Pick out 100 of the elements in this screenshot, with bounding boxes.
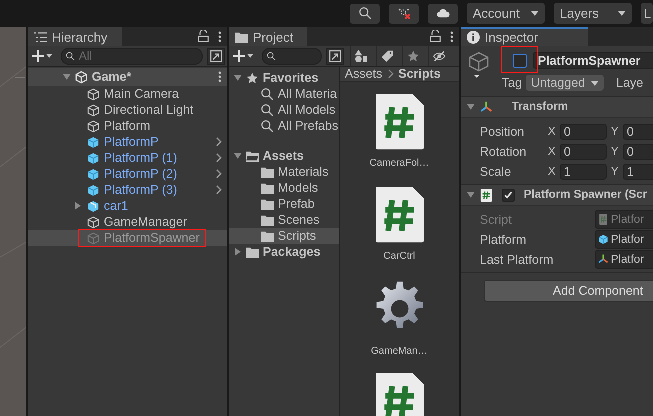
caret-icon [531, 11, 539, 16]
search-icon [261, 120, 274, 132]
tree-item[interactable]: Scenes [229, 212, 339, 228]
folder-icon [261, 182, 274, 194]
active-checkbox[interactable] [513, 54, 527, 68]
tree-item[interactable]: All Models [229, 102, 339, 118]
item-name: Main Camera [104, 87, 180, 101]
hierarchy-item[interactable]: car1 [28, 198, 227, 214]
hierarchy-item[interactable]: PlatformP (2) [28, 166, 227, 182]
item-name: car1 [104, 199, 128, 213]
collab-error-icon [398, 7, 410, 20]
info-icon [467, 31, 480, 44]
hierarchy-item[interactable]: PlatformP (3) [28, 182, 227, 198]
hierarchy-tab[interactable]: Hierarchy [28, 27, 122, 46]
open-window-button[interactable] [326, 48, 344, 64]
hierarchy-item[interactable]: PlatformP [28, 134, 227, 150]
tree-item[interactable]: Assets [229, 148, 339, 164]
item-name: PlatformSpawner [104, 231, 200, 245]
breadcrumb-item[interactable]: Assets [345, 67, 383, 81]
hierarchy-item[interactable]: PlatformP (1) [28, 150, 227, 166]
hierarchy-item[interactable]: Directional Light [28, 102, 227, 118]
tree-item[interactable]: Models [229, 180, 339, 196]
name-field[interactable]: PlatformSpawner [533, 52, 653, 69]
search-button[interactable] [350, 4, 380, 24]
more-icon[interactable] [218, 71, 222, 83]
number-field[interactable]: 1 [623, 164, 653, 180]
prefab-cube-icon [87, 152, 100, 164]
tree-item[interactable]: Scripts [229, 228, 339, 244]
caret-icon [247, 54, 254, 58]
folder-icon [235, 31, 248, 44]
component-header[interactable]: Transform [461, 97, 653, 118]
more-icon[interactable] [218, 30, 222, 42]
hierarchy-item[interactable]: Main Camera [28, 86, 227, 102]
lock-icon[interactable] [197, 30, 210, 43]
field-label: Position [480, 124, 526, 138]
fold-arrow-icon[interactable] [234, 74, 242, 82]
enabled-checkbox[interactable] [502, 188, 515, 202]
cube-outline-icon [87, 88, 100, 100]
search-field[interactable] [262, 48, 322, 64]
field-label: Laye [616, 76, 644, 90]
fold-arrow-icon[interactable] [234, 152, 242, 160]
tree-item[interactable]: Materials [229, 164, 339, 180]
transform-axes-icon [480, 100, 493, 114]
tree-item[interactable]: Prefab [229, 196, 339, 212]
toolbar-dropdown[interactable]: L [641, 3, 653, 24]
object-field[interactable]: Platfor [595, 230, 653, 249]
number-field[interactable]: 1 [560, 164, 607, 180]
item-name: PlatformP (3) [104, 183, 178, 197]
item-name: GameManager [104, 215, 188, 229]
folder-icon [261, 166, 274, 178]
tree-item[interactable]: All Prefabs [229, 118, 339, 134]
plus-icon [233, 50, 245, 62]
prefab-cube-icon [598, 234, 609, 245]
model-cube-icon [87, 200, 100, 212]
shapes-icon [355, 50, 368, 62]
field-label: Script [480, 212, 513, 226]
toolbar-dropdown[interactable]: Account [467, 3, 545, 24]
toolbar-dropdown[interactable]: Layers [554, 3, 632, 24]
inspector-tab[interactable]: Inspector [461, 27, 588, 46]
object-field[interactable]: Platfor [595, 250, 653, 269]
caret-icon [46, 54, 53, 58]
add-component-button[interactable]: Add Component [484, 280, 653, 302]
more-icon[interactable] [450, 30, 454, 42]
project-tab[interactable]: Project [229, 27, 308, 46]
tree-item[interactable]: Favorites [229, 70, 339, 86]
prefab-cube-icon [87, 136, 100, 148]
fold-arrow-icon[interactable] [234, 248, 242, 256]
fold-arrow-icon[interactable] [63, 73, 71, 81]
cloud-button[interactable] [428, 4, 458, 24]
file-name: GameMan… [371, 346, 428, 357]
tag-dropdown[interactable]: Untagged [526, 75, 604, 91]
expand-arrow-icon[interactable] [74, 202, 82, 210]
field-label: Rotation [480, 144, 528, 158]
tree-item[interactable]: Packages [229, 244, 339, 260]
number-field[interactable]: 0 [623, 144, 653, 160]
search-field[interactable]: All [61, 48, 203, 64]
star-icon [407, 50, 420, 62]
fold-arrow-icon[interactable] [467, 191, 475, 199]
window-icon [210, 50, 222, 62]
number-field[interactable]: 0 [560, 124, 607, 140]
tree-item[interactable]: All Materia [229, 86, 339, 102]
open-window-button[interactable] [207, 48, 225, 64]
item-name: PlatformP (2) [104, 167, 178, 181]
field-label: Tag [502, 76, 522, 90]
hierarchy-item[interactable]: GameManager [28, 214, 227, 230]
hierarchy-item[interactable]: Platform [28, 118, 227, 134]
collab-button[interactable] [389, 4, 419, 24]
prefab-cube-icon [87, 184, 100, 196]
script-file-icon [376, 373, 424, 416]
script-file-icon [598, 214, 609, 225]
breadcrumb-item[interactable]: Scripts [398, 67, 441, 81]
tab-label: Project [253, 30, 294, 45]
scene-header[interactable]: Game* [28, 68, 227, 86]
item-name: PlatformP [104, 135, 159, 149]
fold-arrow-icon[interactable] [467, 103, 475, 111]
lock-icon[interactable] [429, 30, 442, 43]
component-header[interactable]: Platform Spawner (Scr [461, 185, 653, 206]
folder-icon [261, 230, 274, 242]
number-field[interactable]: 0 [623, 124, 653, 140]
number-field[interactable]: 0 [560, 144, 607, 160]
